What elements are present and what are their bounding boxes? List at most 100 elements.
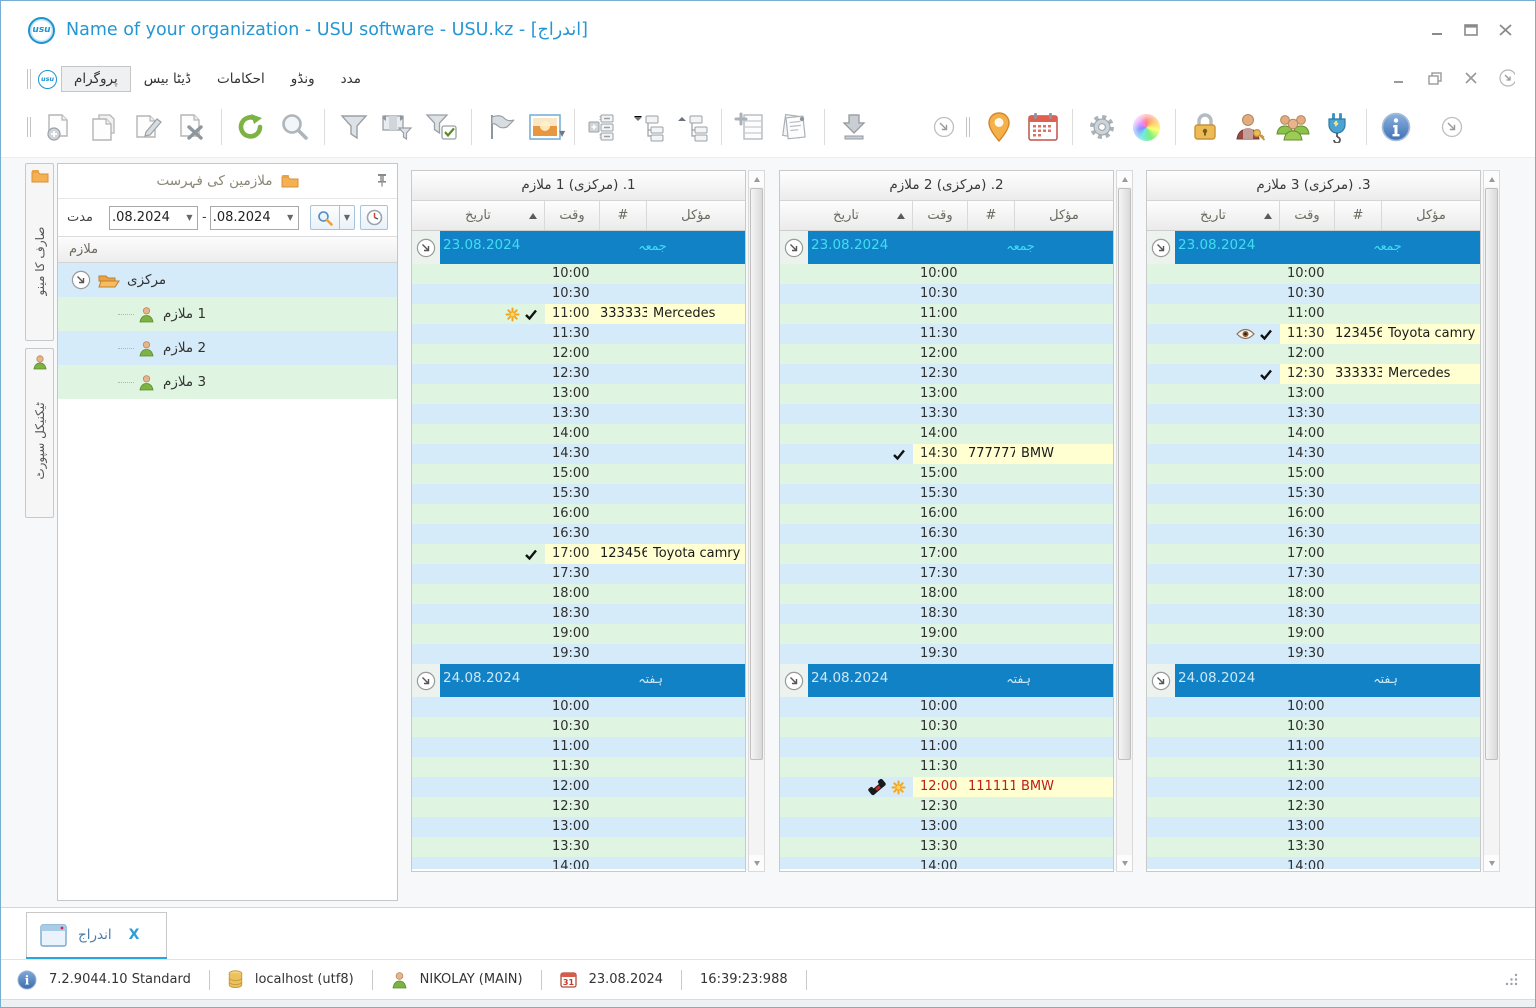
client-cell[interactable] [1382,717,1480,737]
time-cell[interactable]: 11:00 [1280,737,1335,757]
time-cell[interactable]: 13:30 [913,404,968,424]
date-cell[interactable] [780,544,913,564]
client-number-cell[interactable] [968,564,1015,584]
date-cell[interactable] [412,504,545,524]
client-number-cell[interactable] [968,644,1015,664]
date-cell[interactable] [412,484,545,504]
date-cell[interactable] [780,524,913,544]
time-cell[interactable]: 18:30 [545,604,600,624]
column-header-number[interactable]: # [600,201,647,230]
time-slot-row[interactable]: 11:30 [780,757,1113,777]
client-number-cell[interactable] [600,777,647,797]
date-group-header[interactable]: 24.08.2024 ہفتہ [1175,664,1480,697]
time-cell[interactable]: 10:00 [1280,264,1335,284]
date-cell[interactable] [412,564,545,584]
time-cell[interactable]: 13:00 [913,817,968,837]
time-slot-row[interactable]: 12:30 [780,364,1113,384]
time-slot-row[interactable]: 10:30 [780,717,1113,737]
time-slot-row[interactable]: 10:30 [412,717,745,737]
time-cell[interactable]: 13:30 [1280,837,1335,857]
date-cell[interactable] [412,757,545,777]
client-cell[interactable]: Mercedes [1382,364,1480,384]
scroll-thumb[interactable] [750,188,763,760]
export-download-icon[interactable] [832,105,876,149]
client-cell[interactable] [647,264,745,284]
time-slot-row[interactable]: 13:30 [1147,404,1480,424]
filter-icon[interactable] [332,105,376,149]
client-number-cell[interactable] [1335,504,1382,524]
time-slot-row[interactable]: 14:00 [780,857,1113,869]
date-cell[interactable] [1147,857,1280,869]
column-header-client[interactable]: مؤکل [647,201,745,230]
menu-item-5[interactable]: مدد [328,66,374,92]
settings-gear-icon[interactable] [1080,105,1124,149]
maximize-button[interactable] [1463,23,1479,37]
client-number-cell[interactable] [600,404,647,424]
date-cell[interactable] [1147,777,1280,797]
vertical-scrollbar[interactable] [1483,170,1500,872]
time-cell[interactable]: 12:30 [545,797,600,817]
time-cell[interactable]: 14:30 [545,444,600,464]
client-cell[interactable] [1015,384,1113,404]
client-number-cell[interactable] [1335,697,1382,717]
client-number-cell[interactable] [600,757,647,777]
search-dropdown-button[interactable]: ▼ [340,205,355,230]
time-slot-row[interactable]: 11:00 [412,737,745,757]
date-cell[interactable] [1147,544,1280,564]
time-slot-row[interactable]: 13:00 [780,384,1113,404]
client-number-cell[interactable] [968,584,1015,604]
time-slot-row[interactable]: 17:00 [1147,544,1480,564]
client-number-cell[interactable] [1335,484,1382,504]
date-group-header[interactable]: 24.08.2024 ہفتہ [808,664,1113,697]
client-number-cell[interactable] [1335,797,1382,817]
client-number-cell[interactable] [600,424,647,444]
client-number-cell[interactable] [600,644,647,664]
appointment-row[interactable]: 12:00 111111 BMW [780,777,1113,797]
date-cell[interactable] [1147,444,1280,464]
time-cell[interactable]: 12:00 [1280,777,1335,797]
time-slot-row[interactable]: 13:30 [780,837,1113,857]
time-slot-row[interactable]: 14:30 [412,444,745,464]
date-cell[interactable] [780,644,913,664]
client-cell[interactable] [1015,264,1113,284]
date-cell[interactable] [780,384,913,404]
client-cell[interactable] [1382,544,1480,564]
client-number-cell[interactable] [968,284,1015,304]
client-cell[interactable] [647,384,745,404]
client-cell[interactable] [1382,444,1480,464]
client-number-cell[interactable]: 777777 [968,444,1018,464]
time-slot-row[interactable]: 15:30 [780,484,1113,504]
scroll-thumb[interactable] [1485,188,1498,760]
client-cell[interactable] [1015,364,1113,384]
client-cell[interactable] [1015,584,1113,604]
time-slot-row[interactable]: 15:30 [1147,484,1480,504]
time-slot-row[interactable]: 18:00 [780,584,1113,604]
client-cell[interactable] [647,504,745,524]
time-slot-row[interactable]: 16:00 [1147,504,1480,524]
client-cell[interactable] [1015,304,1113,324]
time-cell[interactable]: 11:30 [545,757,600,777]
date-cell[interactable] [1147,484,1280,504]
time-slot-row[interactable]: 13:30 [780,404,1113,424]
client-number-cell[interactable] [1335,777,1382,797]
client-cell[interactable] [1015,797,1113,817]
client-number-cell[interactable] [968,717,1015,737]
time-slot-row[interactable]: 18:00 [1147,584,1480,604]
time-cell[interactable]: 15:00 [1280,464,1335,484]
client-number-cell[interactable] [600,564,647,584]
client-cell[interactable] [1382,737,1480,757]
date-cell[interactable] [412,364,545,384]
time-cell[interactable]: 18:00 [545,584,600,604]
date-cell[interactable] [1147,284,1280,304]
time-slot-row[interactable]: 12:30 [412,364,745,384]
vertical-scrollbar[interactable] [1116,170,1133,872]
time-slot-row[interactable]: 17:30 [780,564,1113,584]
client-cell[interactable] [1382,304,1480,324]
date-cell[interactable] [412,404,545,424]
client-cell[interactable] [1382,817,1480,837]
column-header-time[interactable]: وقت [913,201,968,230]
client-number-cell[interactable] [1335,817,1382,837]
plug-icon[interactable] [1315,105,1359,149]
time-slot-row[interactable]: 19:00 [1147,624,1480,644]
client-number-cell[interactable] [1335,737,1382,757]
